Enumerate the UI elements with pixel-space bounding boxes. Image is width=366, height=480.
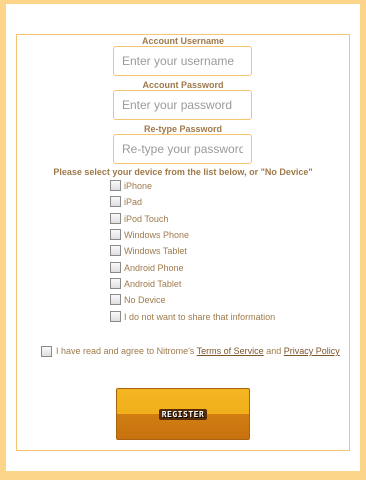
- device-option-no-device[interactable]: No Device: [110, 293, 166, 306]
- terms-checkbox[interactable]: [41, 345, 52, 357]
- device-checkbox[interactable]: [110, 294, 121, 305]
- device-label: Android Tablet: [124, 278, 182, 289]
- device-selection-heading: Please select your device from the list …: [53, 167, 313, 177]
- device-label: No Device: [124, 294, 166, 305]
- device-label: Android Phone: [124, 262, 184, 273]
- device-label: Windows Tablet: [124, 245, 187, 256]
- terms-and: and: [266, 346, 282, 356]
- username-input[interactable]: [113, 46, 252, 76]
- device-checkbox[interactable]: [110, 311, 121, 322]
- device-checkbox[interactable]: [110, 229, 121, 240]
- register-label: REGISTER: [158, 408, 208, 420]
- password-input[interactable]: [113, 90, 252, 120]
- privacy-policy-link[interactable]: Privacy Policy: [284, 346, 340, 356]
- terms-text: I have read and agree to Nitrome's Terms…: [56, 346, 340, 356]
- device-label: I do not want to share that information: [124, 311, 276, 322]
- terms-of-service-link[interactable]: Terms of Service: [197, 346, 264, 356]
- device-checkbox[interactable]: [110, 196, 121, 207]
- device-checkbox[interactable]: [110, 180, 121, 191]
- retype-password-label: Re-type Password: [143, 124, 223, 134]
- terms-agreement-row: I have read and agree to Nitrome's Terms…: [41, 345, 340, 357]
- password-label: Account Password: [142, 80, 224, 90]
- terms-prefix: I have read and agree to Nitrome's: [56, 346, 195, 356]
- device-label: Windows Phone: [124, 229, 190, 240]
- device-option-windows-phone[interactable]: Windows Phone: [110, 228, 189, 241]
- device-checkbox[interactable]: [110, 245, 121, 256]
- device-option-iphone[interactable]: iPhone: [110, 179, 152, 192]
- device-option-ipod-touch[interactable]: iPod Touch: [110, 212, 168, 225]
- device-label: iPad: [124, 196, 143, 207]
- device-label: iPod Touch: [124, 213, 169, 224]
- device-checkbox[interactable]: [110, 262, 121, 273]
- device-option-android-phone[interactable]: Android Phone: [110, 261, 184, 274]
- device-option-ipad[interactable]: iPad: [110, 195, 142, 208]
- device-option-android-tablet[interactable]: Android Tablet: [110, 277, 181, 290]
- device-checkbox[interactable]: [110, 278, 121, 289]
- retype-password-input[interactable]: [113, 134, 252, 164]
- device-option-windows-tablet[interactable]: Windows Tablet: [110, 244, 187, 257]
- device-checkbox[interactable]: [110, 213, 121, 224]
- device-label: iPhone: [124, 180, 153, 191]
- username-label: Account Username: [141, 36, 225, 46]
- register-button[interactable]: REGISTER: [116, 388, 250, 440]
- device-option-do-not-share[interactable]: I do not want to share that information: [110, 310, 275, 323]
